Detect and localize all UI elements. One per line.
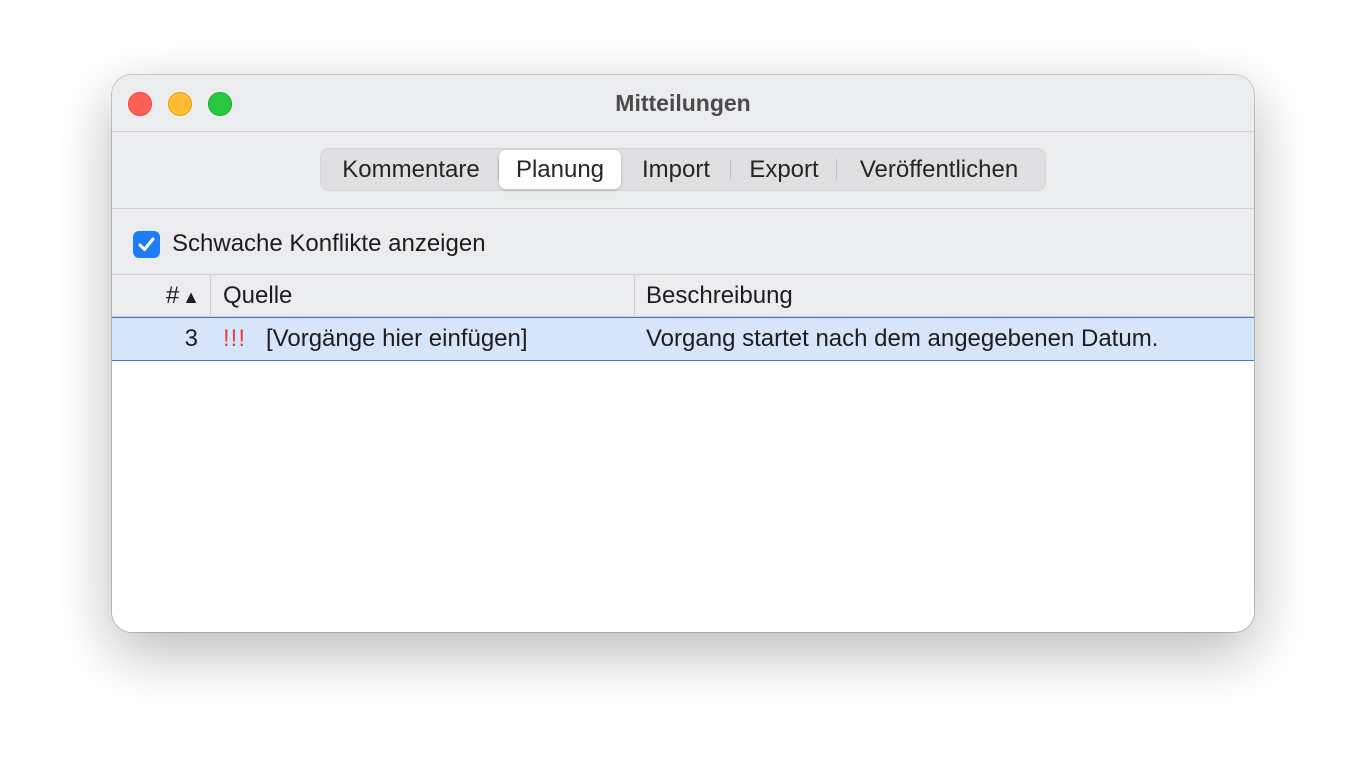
- tab-bar: Kommentare Planung Import Export Veröffe…: [112, 132, 1254, 209]
- tab-veroeffentlichen[interactable]: Veröffentlichen: [837, 150, 1041, 189]
- table-row[interactable]: 3 !!! [Vorgänge hier einfügen] Vorgang s…: [112, 317, 1254, 361]
- notifications-window: Mitteilungen Kommentare Planung Import E…: [112, 75, 1254, 632]
- priority-indicator: !!!: [223, 325, 247, 352]
- tab-kommentare[interactable]: Kommentare: [323, 150, 499, 189]
- options-bar: Schwache Konflikte anzeigen: [112, 209, 1254, 274]
- column-header-number[interactable]: # ▲: [112, 275, 211, 317]
- row-source: [Vorgänge hier einfügen]: [266, 325, 528, 352]
- tab-export[interactable]: Export: [731, 150, 837, 189]
- show-weak-conflicts-checkbox[interactable]: [133, 231, 160, 258]
- column-header-description[interactable]: Beschreibung: [635, 275, 1254, 317]
- checkmark-icon: [138, 237, 155, 251]
- sort-ascending-icon: ▲: [182, 287, 200, 307]
- window-title: Mitteilungen: [615, 90, 751, 116]
- title-bar[interactable]: Mitteilungen: [112, 75, 1254, 132]
- row-number: 3: [184, 325, 198, 352]
- segmented-control: Kommentare Planung Import Export Veröffe…: [320, 148, 1046, 191]
- show-weak-conflicts-label[interactable]: Schwache Konflikte anzeigen: [172, 229, 486, 259]
- table-header: # ▲ Quelle Beschreibung: [112, 274, 1254, 317]
- column-number-label: #: [165, 282, 180, 309]
- tab-planung[interactable]: Planung: [499, 150, 621, 189]
- messages-table: 3 !!! [Vorgänge hier einfügen] Vorgang s…: [112, 317, 1254, 632]
- row-description: Vorgang startet nach dem angegebenen Dat…: [646, 325, 1159, 352]
- tab-import[interactable]: Import: [621, 150, 731, 189]
- column-header-source[interactable]: Quelle: [211, 275, 635, 317]
